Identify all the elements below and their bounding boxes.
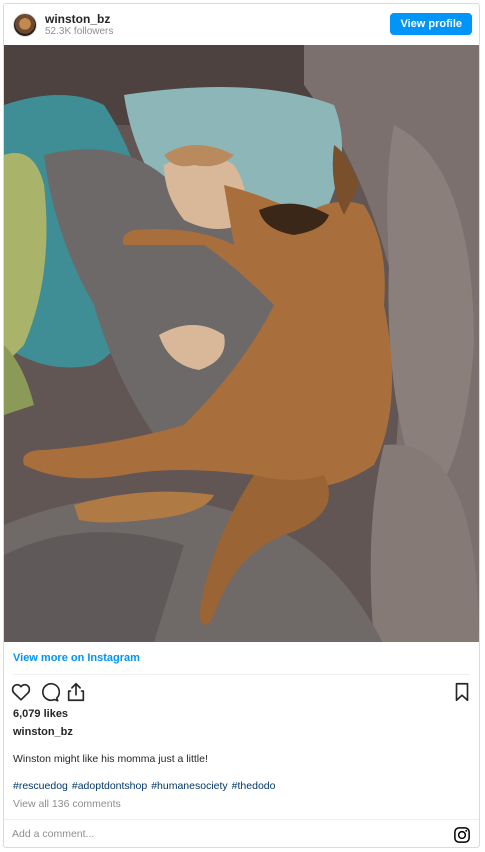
instagram-embed-card: winston_bz 52.3K followers View profile: [3, 3, 480, 848]
hashtag-link[interactable]: #thedodo: [232, 780, 276, 792]
action-bar: [4, 677, 479, 707]
hashtag-link[interactable]: #humanesociety: [151, 780, 227, 792]
hashtag-list: #rescuedog #adoptdontshop #humanesociety #t…: [13, 780, 279, 792]
share-icon[interactable]: [65, 681, 87, 703]
post-header: winston_bz 52.3K followers View profile: [4, 4, 479, 46]
view-profile-button[interactable]: View profile: [390, 13, 472, 35]
hashtag-link[interactable]: #rescuedog: [13, 780, 68, 792]
avatar[interactable]: [13, 13, 37, 37]
divider: [13, 674, 470, 675]
heart-icon[interactable]: [10, 681, 32, 703]
username[interactable]: winston_bz: [45, 12, 110, 26]
hashtag-link[interactable]: #adoptdontshop: [72, 780, 147, 792]
add-comment-input[interactable]: Add a comment...: [12, 828, 94, 840]
comment-icon[interactable]: [38, 681, 60, 703]
instagram-icon[interactable]: [453, 826, 471, 844]
view-all-comments-link[interactable]: View all 136 comments: [13, 798, 121, 810]
post-photo[interactable]: [4, 45, 479, 642]
comment-bar: Add a comment...: [4, 819, 479, 850]
dog-and-woman-photo: [4, 45, 479, 642]
view-more-on-instagram-link[interactable]: View more on Instagram: [13, 652, 140, 664]
like-count[interactable]: 6,079 likes: [13, 708, 68, 720]
post-caption: Winston might like his momma just a litt…: [13, 753, 208, 765]
bookmark-icon[interactable]: [451, 681, 473, 703]
follower-count: 52.3K followers: [45, 26, 114, 37]
post-owner-username[interactable]: winston_bz: [13, 726, 73, 738]
